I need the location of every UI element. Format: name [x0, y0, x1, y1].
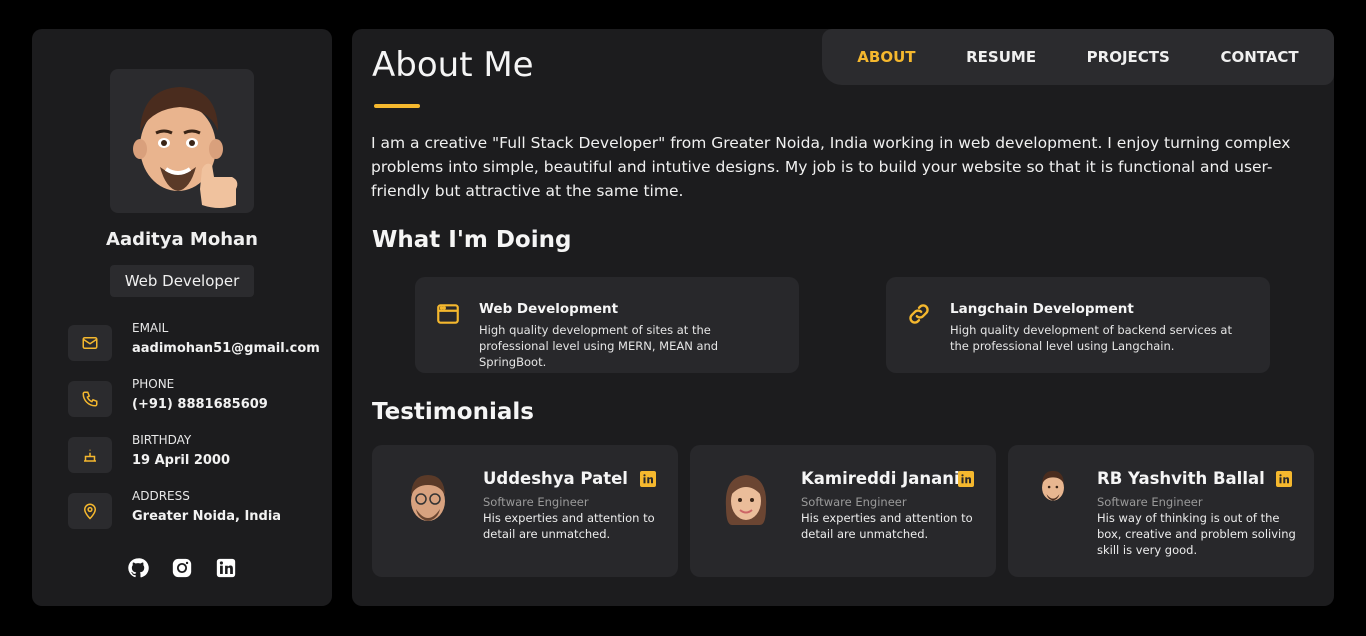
service-title: Web Development — [479, 301, 619, 317]
email-link[interactable]: aadimohan51@gmail.com — [132, 341, 320, 356]
birthday-value: 19 April 2000 — [132, 453, 231, 468]
testimonial-text: His experties and attention to detail ar… — [801, 511, 973, 541]
contact-phone: PHONE (+91) 8881685609 — [68, 377, 308, 421]
testimonial-name: Uddeshya Patel — [483, 469, 628, 488]
testimonial-name: RB Yashvith Ballal — [1097, 469, 1265, 488]
social-links — [32, 557, 332, 579]
service-title: Langchain Development — [950, 301, 1134, 317]
service-card: Web Development High quality development… — [415, 277, 799, 373]
contact-address: ADDRESS Greater Noida, India — [68, 489, 308, 533]
testimonial-job: Software Engineer — [1097, 495, 1203, 509]
main-panel: About Me ABOUT RESUME PROJECTS CONTACT I… — [352, 29, 1334, 606]
service-desc: High quality development of sites at the… — [479, 323, 719, 369]
testimonial-card[interactable]: Uddeshya Patel Software Engineer His exp… — [372, 445, 678, 577]
testimonial-job: Software Engineer — [801, 495, 907, 509]
nav-projects[interactable]: PROJECTS — [1087, 48, 1170, 66]
profile-sidebar: Aaditya Mohan Web Developer EMAIL aadimo… — [32, 29, 332, 606]
chain-link-icon — [906, 301, 932, 327]
contact-birthday: BIRTHDAY 19 April 2000 — [68, 433, 308, 477]
mail-icon — [68, 325, 112, 361]
testimonial-card[interactable]: Kamireddi Janani Software Engineer His e… — [690, 445, 996, 577]
nav-resume[interactable]: RESUME — [966, 48, 1036, 66]
page-title: About Me — [372, 45, 534, 85]
testimonial-avatar — [402, 467, 454, 529]
about-text: I am a creative "Full Stack Developer" f… — [371, 134, 1291, 200]
nav-contact[interactable]: CONTACT — [1220, 48, 1298, 66]
linkedin-icon[interactable] — [1276, 471, 1292, 487]
memoji-avatar-icon — [133, 87, 238, 208]
linkedin-icon[interactable] — [958, 471, 974, 487]
phone-link[interactable]: (+91) 8881685609 — [132, 397, 268, 412]
profile-name: Aaditya Mohan — [106, 229, 258, 250]
avatar — [110, 69, 254, 213]
service-desc: High quality development of backend serv… — [950, 323, 1232, 353]
address-value: Greater Noida, India — [132, 509, 282, 524]
testimonial-text: His way of thinking is out of the box, c… — [1097, 511, 1296, 557]
testimonial-card[interactable]: RB Yashvith Ballal Software Engineer His… — [1008, 445, 1314, 577]
contact-label: BIRTHDAY — [132, 433, 192, 447]
top-navbar: ABOUT RESUME PROJECTS CONTACT — [822, 29, 1334, 85]
testimonial-name: Kamireddi Janani — [801, 469, 960, 488]
linkedin-icon[interactable] — [640, 471, 656, 487]
testimonial-job: Software Engineer — [483, 495, 589, 509]
profile-role-badge: Web Developer — [110, 265, 254, 297]
contact-label: PHONE — [132, 377, 175, 391]
nav-about[interactable]: ABOUT — [857, 48, 915, 66]
section-title-testimonials: Testimonials — [372, 399, 534, 425]
phone-icon — [68, 381, 112, 417]
contact-label: EMAIL — [132, 321, 169, 335]
testimonial-avatar — [720, 467, 772, 529]
testimonial-avatar — [1036, 467, 1070, 507]
contact-email: EMAIL aadimohan51@gmail.com — [68, 321, 320, 365]
testimonial-text: His experties and attention to detail ar… — [483, 511, 655, 541]
contact-label: ADDRESS — [132, 489, 190, 503]
section-title-doing: What I'm Doing — [372, 227, 572, 253]
browser-icon — [435, 301, 461, 327]
title-underline — [374, 104, 420, 108]
service-card: Langchain Development High quality devel… — [886, 277, 1270, 373]
cake-icon — [68, 437, 112, 473]
github-icon[interactable] — [127, 557, 149, 579]
location-icon — [68, 493, 112, 529]
instagram-icon[interactable] — [171, 557, 193, 579]
linkedin-icon[interactable] — [215, 557, 237, 579]
